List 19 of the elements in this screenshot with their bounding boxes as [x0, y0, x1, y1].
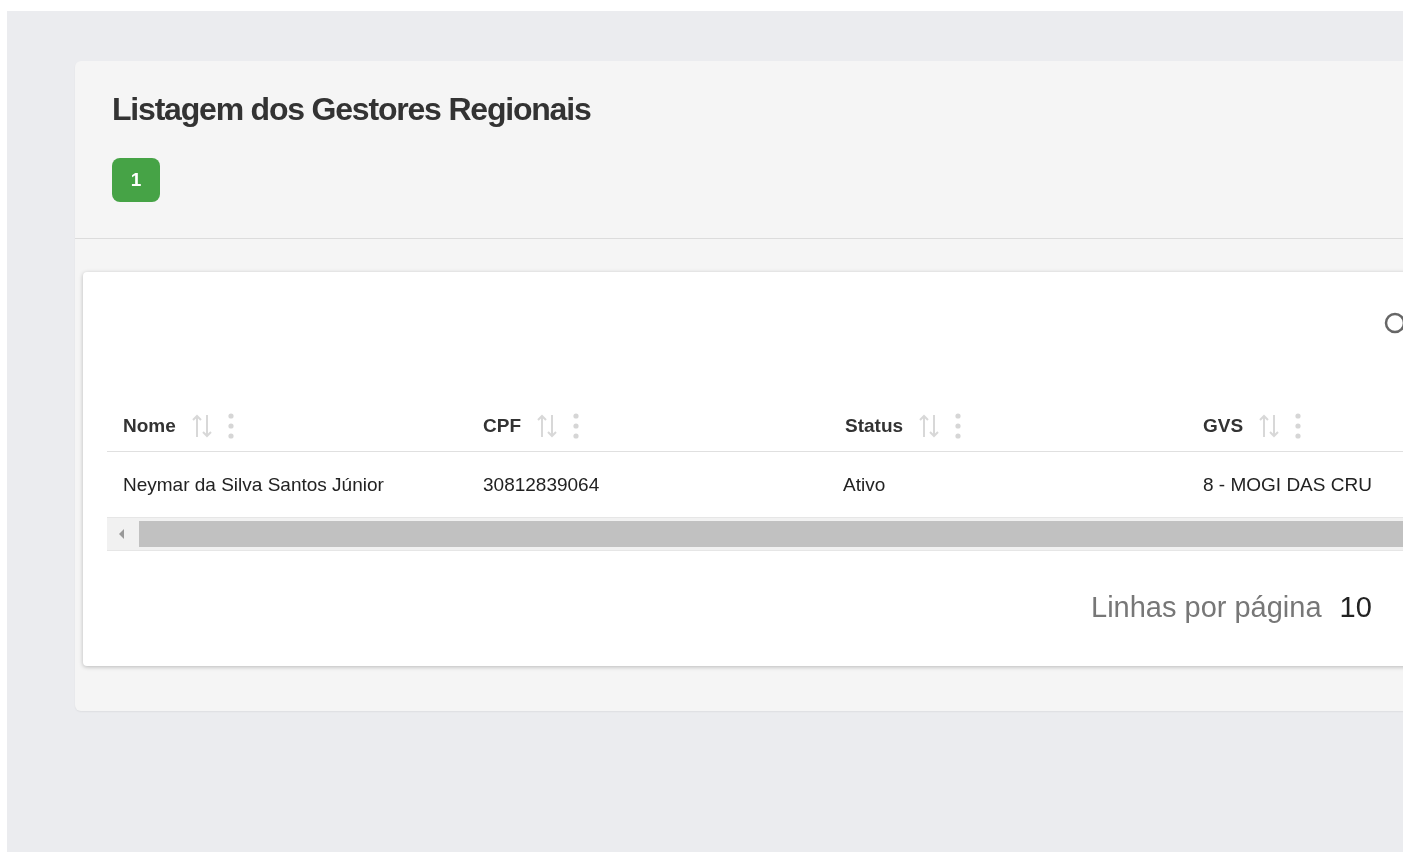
- rows-per-page-label: Linhas por página: [1091, 590, 1322, 624]
- column-header[interactable]: CPF: [483, 414, 521, 437]
- table-cell: 8 - MOGI DAS CRU: [1203, 473, 1372, 495]
- column-menu-icon[interactable]: [573, 411, 579, 440]
- column-menu-icon[interactable]: [955, 411, 962, 440]
- rows-per-page-select[interactable]: 10: [1339, 590, 1372, 624]
- column-header[interactable]: Status: [845, 414, 904, 437]
- column-header[interactable]: Nome: [123, 414, 176, 437]
- column-menu-icon[interactable]: [1295, 411, 1302, 440]
- table-cell: Ativo: [843, 473, 886, 495]
- panel-title: Listagem dos Gestores Regionais: [112, 91, 592, 128]
- scrollbar-thumb[interactable]: [139, 521, 1403, 547]
- horizontal-scrollbar[interactable]: [107, 518, 1403, 551]
- scroll-left-icon[interactable]: [117, 528, 127, 540]
- column-header[interactable]: GVS: [1203, 414, 1244, 437]
- count-badge: 1: [112, 158, 160, 202]
- table-cell: 30812839064: [483, 473, 600, 495]
- table-cell: Neymar da Silva Santos Júnior: [123, 473, 384, 495]
- column-menu-icon[interactable]: [227, 411, 234, 440]
